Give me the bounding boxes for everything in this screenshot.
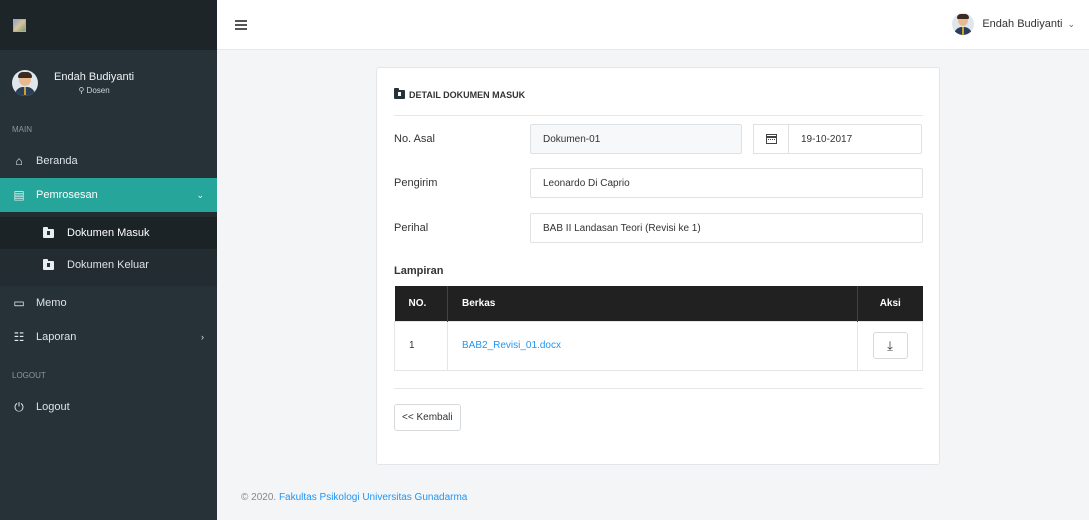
document-icon: ▭ [13,296,25,310]
subnav-pemrosesan: Dokumen Masuk Dokumen Keluar [0,212,217,286]
sidebar-item-label: Beranda [36,155,78,167]
cell-berkas: BAB2_Revisi_01.docx [447,320,858,371]
calendar-addon [753,124,788,154]
chevron-right-icon: › [201,332,204,342]
lampiran-heading: Lampiran [394,265,444,277]
detail-card: DETAIL DOKUMEN MASUK No. Asal Dokumen-01… [376,67,940,465]
label-no-asal: No. Asal [394,133,435,145]
sidebar-item-logout[interactable]: ⏻ Logout [0,390,217,424]
report-icon: ☷ [13,330,25,344]
perihal-input[interactable]: BAB II Landasan Teori (Revisi ke 1) [530,213,923,243]
sidebar-item-label: Dokumen Masuk [67,227,150,239]
profile-role: ⚲ Dosen [78,86,110,95]
user-menu[interactable]: Endah Budiyanti ⌄ [952,13,1075,35]
footer-link[interactable]: Fakultas Psikologi Universitas Gunadarma [279,492,467,503]
form-row-pengirim: Pengirim Leonardo Di Caprio [394,167,923,199]
date-input[interactable]: 19-10-2017 [788,124,922,154]
folder-download-icon [43,226,54,238]
back-button[interactable]: << Kembali [394,404,461,431]
download-button[interactable]: ⤓ [872,332,908,359]
divider [394,388,923,389]
sidebar-item-dokumen-masuk[interactable]: Dokumen Masuk [0,217,217,249]
pengirim-input[interactable]: Leonardo Di Caprio [530,168,923,198]
home-icon: ⌂ [15,154,23,168]
cell-no: 1 [394,320,448,371]
sidebar-item-label: Dokumen Keluar [67,259,149,271]
card-title: DETAIL DOKUMEN MASUK [394,84,923,116]
calendar-icon [765,134,777,144]
download-icon: ⤓ [887,337,893,353]
table-header-row: NO. Berkas Aksi [394,286,923,321]
sidebar-item-beranda[interactable]: ⌂ Beranda [0,144,217,178]
section-label-main: MAIN [12,125,32,134]
sidebar-item-label: Pemrosesan [36,189,98,201]
profile-name: Endah Budiyanti [54,71,135,83]
sidebar-item-label: Laporan [36,331,77,343]
chevron-down-icon: ⌄ [1067,18,1075,29]
no-asal-input[interactable]: Dokumen-01 [530,124,742,154]
sidebar: Endah Budiyanti ⚲ Dosen MAIN ⌂ Beranda ▤… [0,0,217,520]
col-header-no: NO. [394,286,448,321]
file-link[interactable]: BAB2_Revisi_01.docx [462,340,561,351]
sidebar-item-label: Memo [36,297,67,309]
logo-bar [0,0,217,50]
location-pin-icon: ⚲ [78,86,85,95]
attachment-table: NO. Berkas Aksi 1 BAB2_Revisi_01.docx ⤓ [394,286,923,371]
hamburger-menu-icon[interactable] [235,20,247,30]
file-icon: ▤ [13,188,25,202]
user-name: Endah Budiyanti [982,18,1063,30]
sidebar-item-memo[interactable]: ▭ Memo [0,286,217,320]
sidebar-profile: Endah Budiyanti ⚲ Dosen [0,50,217,116]
power-icon: ⏻ [14,399,24,414]
sidebar-item-laporan[interactable]: ☷ Laporan › [0,320,217,354]
avatar [952,13,975,35]
table-row: 1 BAB2_Revisi_01.docx ⤓ [394,320,923,371]
col-header-aksi: Aksi [857,286,923,321]
footer: © 2020. Fakultas Psikologi Universitas G… [241,492,467,503]
topbar: Endah Budiyanti ⌄ [217,0,1089,50]
sidebar-item-dokumen-keluar[interactable]: Dokumen Keluar [0,249,217,281]
folder-download-icon [394,88,405,99]
chevron-down-icon: ⌄ [196,189,204,200]
footer-copyright: © 2020. [241,492,277,503]
label-pengirim: Pengirim [394,177,438,189]
label-perihal: Perihal [394,222,429,234]
sidebar-item-label: Logout [36,401,70,413]
col-header-berkas: Berkas [447,286,858,321]
sidebar-item-pemrosesan[interactable]: ▤ Pemrosesan ⌄ [0,178,217,212]
app-logo[interactable] [13,18,26,32]
cell-aksi: ⤓ [857,320,923,371]
avatar[interactable] [12,70,38,96]
form-row-no-asal: No. Asal Dokumen-01 19-10-2017 [394,123,923,155]
section-label-logout: LOGOUT [12,371,46,380]
folder-upload-icon [43,258,54,270]
date-group: 19-10-2017 [753,124,922,154]
form-row-perihal: Perihal BAB II Landasan Teori (Revisi ke… [394,212,923,244]
